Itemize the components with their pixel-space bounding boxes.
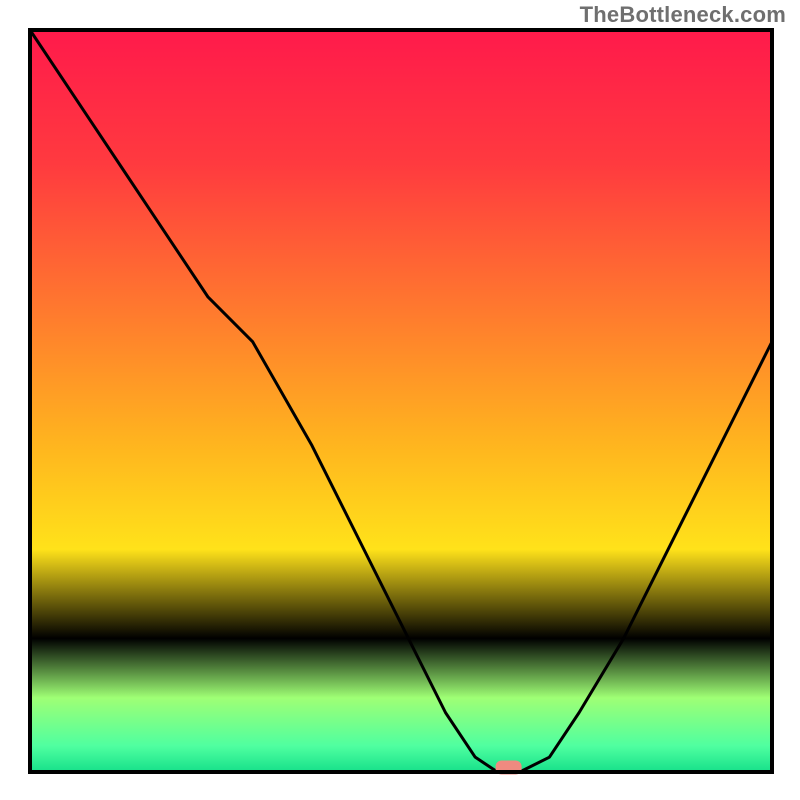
chart-container: TheBottleneck.com — [0, 0, 800, 800]
watermark-text: TheBottleneck.com — [580, 2, 786, 28]
gradient-background — [30, 30, 772, 772]
bottleneck-chart — [0, 0, 800, 800]
